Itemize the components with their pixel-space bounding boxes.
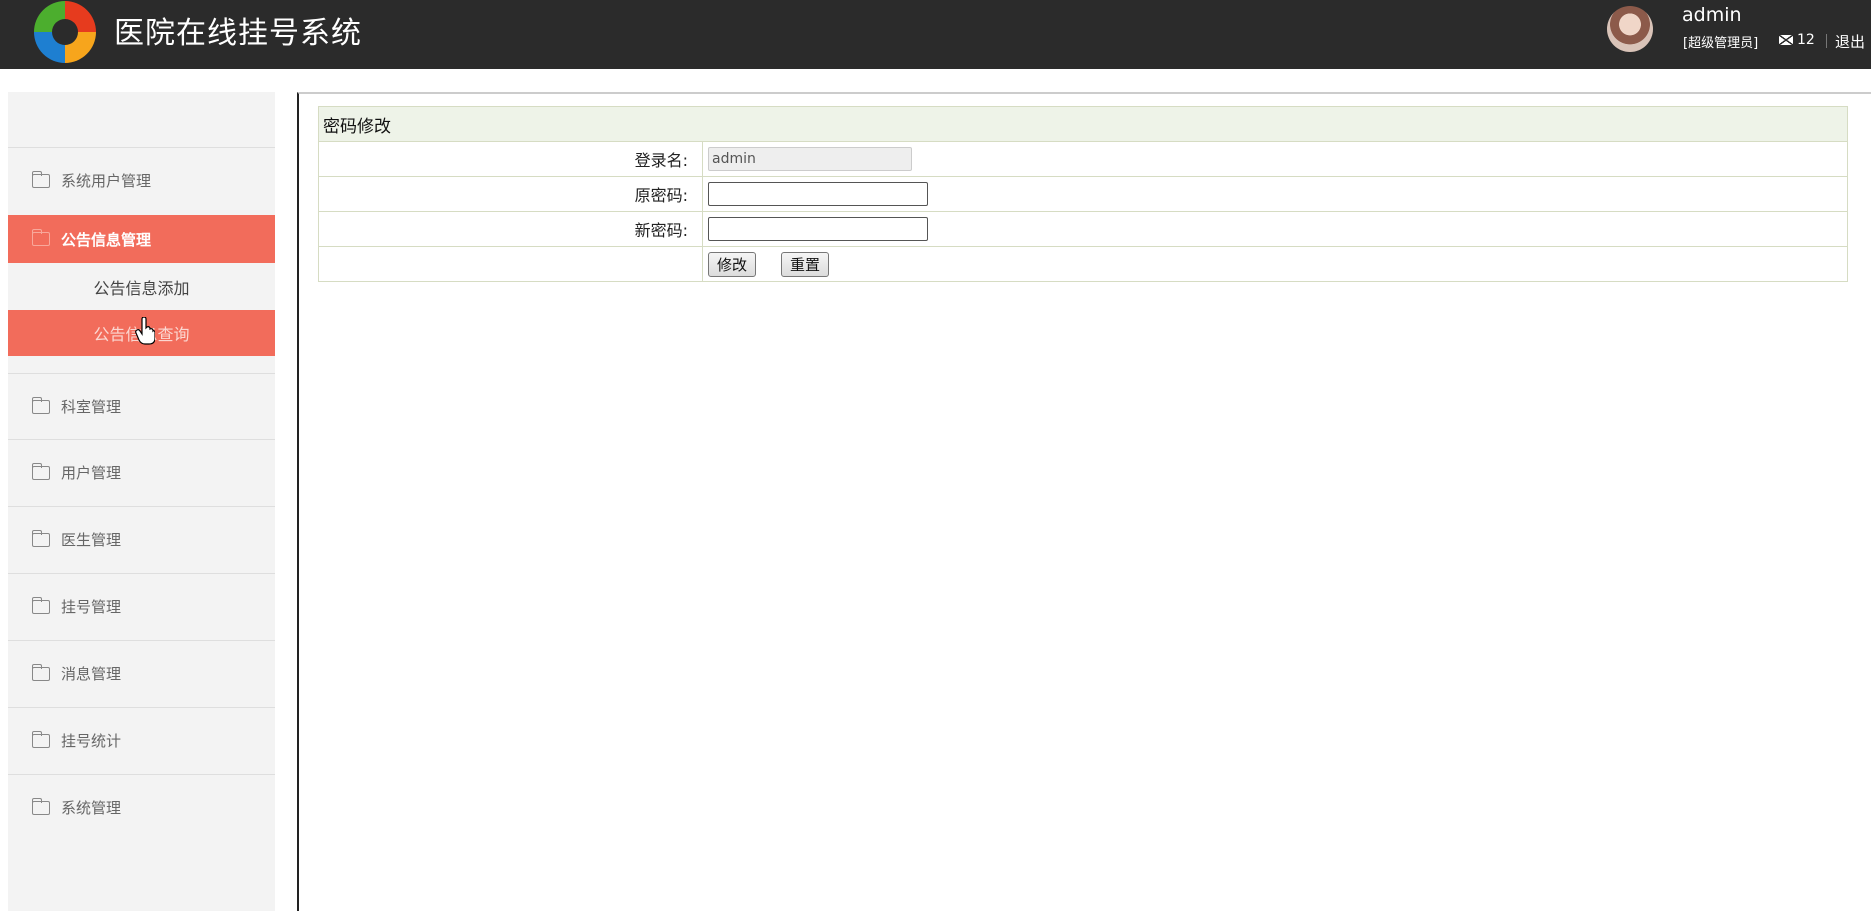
main-content: 密码修改 登录名: 原密码: 新密码: 修改重置 — [297, 92, 1871, 911]
sidebar-item-users[interactable]: 用户管理 — [8, 439, 275, 505]
sidebar-item-label: 科室管理 — [61, 398, 122, 416]
logo-icon — [34, 1, 96, 63]
submit-button[interactable]: 修改 — [708, 251, 757, 277]
sidebar-item-label: 消息管理 — [61, 665, 122, 683]
hand-cursor-icon — [135, 317, 155, 345]
sidebar-subitem-announcement-add[interactable]: 公告信息添加 — [8, 264, 275, 310]
sidebar: 系统用户管理 公告信息管理 公告信息添加 公告信息查询 科室管理 用户管理 医生… — [8, 92, 275, 911]
login-name-field — [708, 147, 912, 171]
sidebar-item-label: 挂号管理 — [61, 598, 122, 616]
new-password-label: 新密码: — [318, 211, 703, 247]
folder-icon — [32, 529, 50, 547]
sidebar-item-departments[interactable]: 科室管理 — [8, 373, 275, 439]
sidebar-item-messages[interactable]: 消息管理 — [8, 640, 275, 706]
folder-icon — [32, 462, 50, 480]
sidebar-item-label: 挂号统计 — [61, 732, 122, 750]
sidebar-item-label: 公告信息管理 — [61, 230, 152, 249]
folder-icon — [32, 730, 50, 748]
sidebar-item-label: 用户管理 — [61, 464, 122, 482]
login-name-label: 登录名: — [318, 141, 703, 177]
old-password-label: 原密码: — [318, 176, 703, 212]
sidebar-item-label: 系统管理 — [61, 799, 122, 817]
sidebar-item-announcements[interactable]: 公告信息管理 — [8, 215, 275, 263]
new-password-field[interactable] — [708, 217, 928, 241]
header-divider — [1826, 34, 1827, 48]
form-caption: 密码修改 — [318, 106, 1848, 142]
folder-icon — [32, 229, 50, 246]
logout-link[interactable]: 退出 — [1835, 31, 1865, 52]
empty-cell — [318, 246, 703, 282]
top-header: 医院在线挂号系统 admin [超级管理员] 12 退出 — [0, 0, 1871, 69]
folder-icon — [32, 663, 50, 681]
messages-link[interactable]: 12 — [1779, 32, 1815, 48]
folder-icon — [32, 170, 50, 188]
folder-icon — [32, 396, 50, 414]
sidebar-item-system-users[interactable]: 系统用户管理 — [8, 147, 275, 213]
mail-icon — [1779, 35, 1793, 45]
user-name: admin — [1682, 4, 1742, 26]
folder-icon — [32, 797, 50, 815]
sidebar-item-system-settings[interactable]: 系统管理 — [8, 774, 275, 840]
reset-button[interactable]: 重置 — [781, 251, 830, 277]
old-password-field[interactable] — [708, 182, 928, 206]
user-role: [超级管理员] — [1683, 36, 1759, 51]
folder-icon — [32, 596, 50, 614]
sidebar-item-registrations[interactable]: 挂号管理 — [8, 573, 275, 639]
avatar[interactable] — [1607, 6, 1653, 52]
sidebar-item-label: 医生管理 — [61, 531, 122, 549]
password-change-form: 密码修改 登录名: 原密码: 新密码: 修改重置 — [318, 106, 1848, 282]
message-count: 12 — [1797, 32, 1815, 48]
sidebar-item-doctors[interactable]: 医生管理 — [8, 506, 275, 572]
sidebar-item-registration-stats[interactable]: 挂号统计 — [8, 707, 275, 773]
app-title: 医院在线挂号系统 — [114, 16, 362, 51]
sidebar-item-label: 系统用户管理 — [61, 172, 152, 190]
